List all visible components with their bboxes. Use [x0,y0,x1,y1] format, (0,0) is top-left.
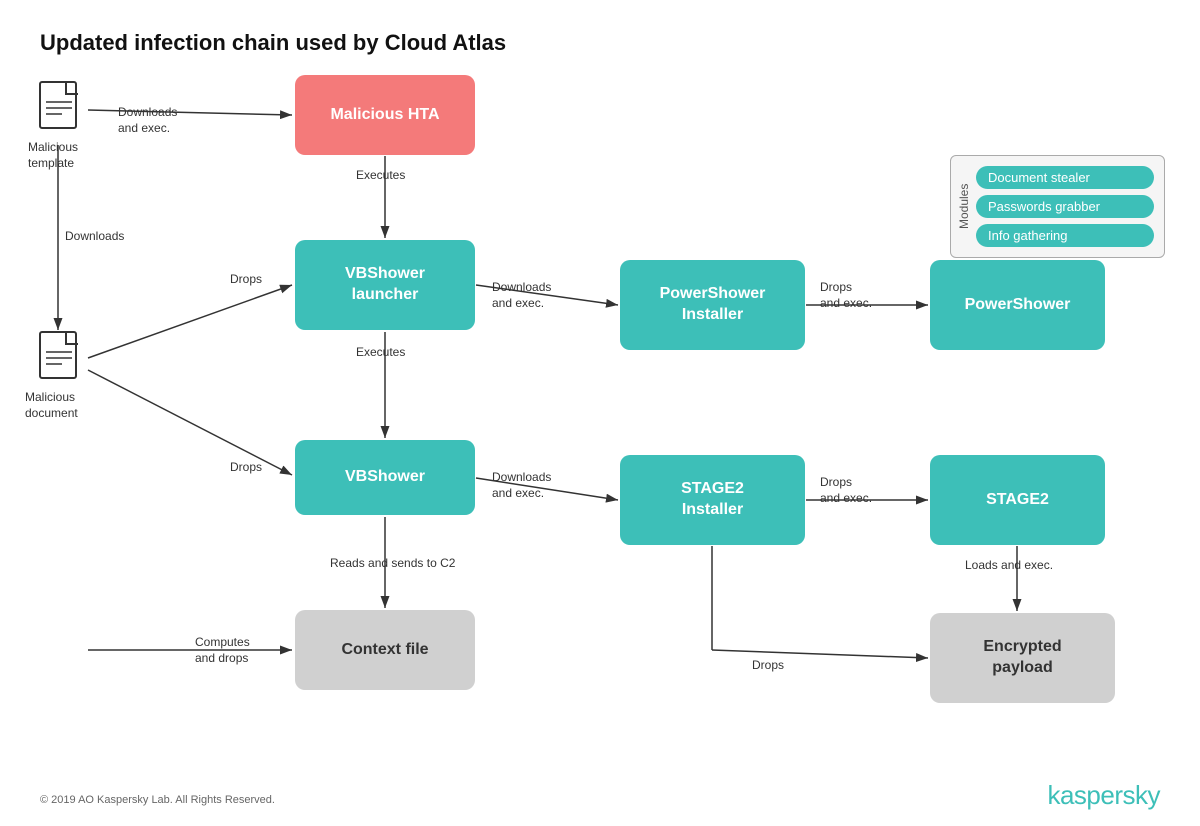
vbshower-box: VBShower [295,440,475,515]
module-document-stealer: Document stealer [976,166,1154,189]
label-loads-exec: Loads and exec. [965,558,1053,574]
powershower-installer-box: PowerShowerInstaller [620,260,805,350]
page-title: Updated infection chain used by Cloud At… [40,30,1160,56]
label-executes-2: Executes [356,345,405,361]
malicious-template-label: Malicioustemplate [28,140,78,171]
malicious-document-icon [38,330,88,390]
label-drops-5: Drops [752,658,784,674]
vbshower-launcher-box: VBShowerlauncher [295,240,475,330]
label-downloads-exec-1: Downloadsand exec. [118,105,177,136]
module-info-gathering: Info gathering [976,224,1154,247]
modules-label: Modules [957,166,971,246]
powershower-box: PowerShower [930,260,1105,350]
malicious-hta-box: Malicious HTA [295,75,475,155]
label-drops-2: Drops [230,460,262,476]
malicious-template-icon [38,80,88,140]
label-downloads-exec-2: Downloadsand exec. [492,280,551,311]
label-downloads-exec-3: Downloadsand exec. [492,470,551,501]
stage2-installer-box: STAGE2Installer [620,455,805,545]
encrypted-payload-box: Encryptedpayload [930,613,1115,703]
diagram-container: Updated infection chain used by Cloud At… [0,0,1200,826]
label-drops-3: Dropsand exec. [820,280,872,311]
kaspersky-logo: kaspersky [1047,780,1160,811]
label-drops-1: Drops [230,272,262,288]
label-computes-drops: Computesand drops [195,635,250,666]
label-drops-4: Dropsand exec. [820,475,872,506]
context-file-box: Context file [295,610,475,690]
svg-text:Downloads: Downloads [65,229,124,243]
module-passwords-grabber: Passwords grabber [976,195,1154,218]
modules-group: Modules Document stealer Passwords grabb… [950,155,1165,258]
malicious-document-label: Maliciousdocument [25,390,78,421]
stage2-box: STAGE2 [930,455,1105,545]
label-executes-1: Executes [356,168,405,184]
label-reads-sends: Reads and sends to C2 [330,556,455,572]
footer-text: © 2019 AO Kaspersky Lab. All Rights Rese… [40,794,275,806]
